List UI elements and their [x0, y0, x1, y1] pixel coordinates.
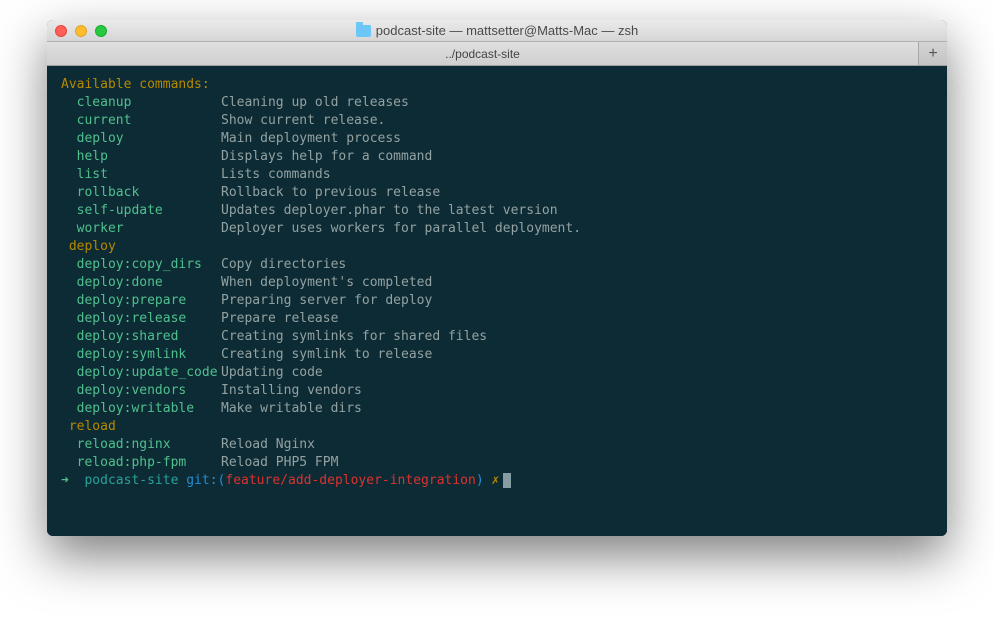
- command-row: workerDeployer uses workers for parallel…: [61, 220, 933, 238]
- command-row: listLists commands: [61, 166, 933, 184]
- tab-bar: ../podcast-site +: [47, 42, 947, 66]
- command-row: deploy:copy_dirsCopy directories: [61, 256, 933, 274]
- command-row: self-updateUpdates deployer.phar to the …: [61, 202, 933, 220]
- minimize-button[interactable]: [75, 25, 87, 37]
- command-description: Preparing server for deploy: [221, 292, 432, 310]
- cursor: [503, 473, 511, 488]
- command-description: Lists commands: [221, 166, 331, 184]
- command-row: deploy:releasePrepare release: [61, 310, 933, 328]
- command-description: Copy directories: [221, 256, 346, 274]
- folder-icon: [356, 25, 371, 37]
- command-description: Creating symlink to release: [221, 346, 432, 364]
- section-header: deploy: [61, 239, 116, 254]
- command-name: current: [61, 112, 221, 130]
- prompt-git-open: git:(: [186, 473, 225, 488]
- command-name: rollback: [61, 184, 221, 202]
- command-name: deploy:prepare: [61, 292, 221, 310]
- command-row: deploy:sharedCreating symlinks for share…: [61, 328, 933, 346]
- prompt-branch: feature/add-deployer-integration: [225, 473, 475, 488]
- new-tab-button[interactable]: +: [919, 42, 947, 65]
- command-description: Displays help for a command: [221, 148, 432, 166]
- prompt-line[interactable]: ➜ podcast-site git:(feature/add-deployer…: [61, 472, 933, 490]
- command-name: list: [61, 166, 221, 184]
- command-row: rollbackRollback to previous release: [61, 184, 933, 202]
- command-description: Cleaning up old releases: [221, 94, 409, 112]
- command-row: deploy:update_codeUpdating code: [61, 364, 933, 382]
- tab-label: ../podcast-site: [445, 47, 520, 61]
- command-row: reload:php-fpmReload PHP5 FPM: [61, 454, 933, 472]
- section-header: Available commands:: [61, 77, 210, 92]
- command-row: deploy:writableMake writable dirs: [61, 400, 933, 418]
- command-row: deploy:symlinkCreating symlink to releas…: [61, 346, 933, 364]
- command-description: When deployment's completed: [221, 274, 432, 292]
- terminal-window: podcast-site — mattsetter@Matts-Mac — zs…: [47, 20, 947, 536]
- command-row: helpDisplays help for a command: [61, 148, 933, 166]
- command-description: Installing vendors: [221, 382, 362, 400]
- command-description: Reload PHP5 FPM: [221, 454, 338, 472]
- prompt-dirty-icon: ✗: [491, 473, 499, 488]
- command-row: deploy:vendorsInstalling vendors: [61, 382, 933, 400]
- command-name: cleanup: [61, 94, 221, 112]
- command-row: cleanupCleaning up old releases: [61, 94, 933, 112]
- command-description: Main deployment process: [221, 130, 401, 148]
- command-name: deploy:update_code: [61, 364, 221, 382]
- traffic-lights: [55, 25, 107, 37]
- prompt-arrow-icon: ➜: [61, 473, 69, 488]
- command-description: Show current release.: [221, 112, 385, 130]
- prompt-git-close: ): [476, 473, 484, 488]
- command-name: worker: [61, 220, 221, 238]
- command-description: Make writable dirs: [221, 400, 362, 418]
- plus-icon: +: [928, 45, 937, 63]
- tab-podcast-site[interactable]: ../podcast-site: [47, 42, 919, 65]
- command-row: deployMain deployment process: [61, 130, 933, 148]
- window-title-text: podcast-site — mattsetter@Matts-Mac — zs…: [376, 23, 638, 38]
- close-button[interactable]: [55, 25, 67, 37]
- titlebar-title: podcast-site — mattsetter@Matts-Mac — zs…: [47, 23, 947, 38]
- command-description: Updating code: [221, 364, 323, 382]
- command-name: reload:php-fpm: [61, 454, 221, 472]
- command-row: currentShow current release.: [61, 112, 933, 130]
- command-name: deploy:vendors: [61, 382, 221, 400]
- command-description: Creating symlinks for shared files: [221, 328, 487, 346]
- command-description: Rollback to previous release: [221, 184, 440, 202]
- command-row: deploy:preparePreparing server for deplo…: [61, 292, 933, 310]
- titlebar: podcast-site — mattsetter@Matts-Mac — zs…: [47, 20, 947, 42]
- command-name: help: [61, 148, 221, 166]
- command-name: self-update: [61, 202, 221, 220]
- command-name: deploy:done: [61, 274, 221, 292]
- command-description: Prepare release: [221, 310, 338, 328]
- command-name: deploy:symlink: [61, 346, 221, 364]
- command-description: Reload Nginx: [221, 436, 315, 454]
- command-row: deploy:doneWhen deployment's completed: [61, 274, 933, 292]
- command-description: Updates deployer.phar to the latest vers…: [221, 202, 558, 220]
- command-name: reload:nginx: [61, 436, 221, 454]
- command-row: reload:nginxReload Nginx: [61, 436, 933, 454]
- command-name: deploy:shared: [61, 328, 221, 346]
- command-name: deploy:copy_dirs: [61, 256, 221, 274]
- command-description: Deployer uses workers for parallel deplo…: [221, 220, 581, 238]
- maximize-button[interactable]: [95, 25, 107, 37]
- command-name: deploy:release: [61, 310, 221, 328]
- command-name: deploy: [61, 130, 221, 148]
- terminal-body[interactable]: Available commands: cleanupCleaning up o…: [47, 66, 947, 536]
- prompt-dir: podcast-site: [84, 473, 178, 488]
- command-name: deploy:writable: [61, 400, 221, 418]
- section-header: reload: [61, 419, 116, 434]
